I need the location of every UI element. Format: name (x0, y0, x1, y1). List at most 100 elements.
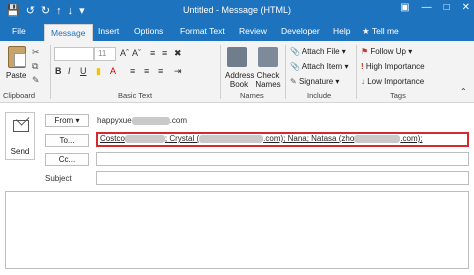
chevron-down-icon: ▾ (341, 47, 346, 56)
decrease-font-icon[interactable]: Aˇ (132, 48, 141, 58)
send-icon (13, 120, 29, 132)
check-names-icon[interactable] (258, 47, 278, 67)
basic-text-group-label: Basic Text (118, 91, 153, 100)
clipboard-group-label: Clipboard (3, 91, 36, 100)
tell-me-label: Tell me (371, 26, 399, 36)
send-button[interactable]: Send (5, 112, 35, 160)
font-size-box[interactable]: 11 (94, 47, 116, 61)
tab-message[interactable]: Message (44, 24, 93, 41)
follow-up-label: Follow Up (370, 47, 406, 56)
underline-button[interactable]: U (80, 66, 87, 76)
redacted-blur (199, 134, 264, 143)
paste-button-label[interactable]: Paste (6, 71, 26, 80)
font-color-icon[interactable]: A (110, 66, 116, 76)
redacted-blur (124, 134, 165, 143)
message-body[interactable] (5, 191, 469, 269)
signature-label: Signature (298, 77, 334, 86)
exclamation-icon: ! (361, 62, 364, 71)
font-name-box[interactable] (54, 47, 94, 61)
chevron-down-icon: ▾ (75, 116, 80, 125)
tab-insert[interactable]: Insert (98, 26, 119, 36)
divider (220, 45, 221, 99)
tab-format-text[interactable]: Format Text (180, 26, 225, 36)
align-left-icon[interactable]: ≡ (130, 66, 135, 76)
tags-group-label: Tags (390, 91, 406, 100)
chevron-down-icon: ▾ (408, 47, 413, 56)
divider (50, 45, 51, 99)
to-recipient-crystal: ; Crystal ( (164, 134, 200, 143)
tab-review[interactable]: Review (239, 26, 267, 36)
redacted-blur (131, 116, 170, 125)
chevron-down-icon: ▾ (344, 62, 349, 71)
flag-icon: ⚑ (361, 47, 369, 56)
from-label: From (54, 116, 74, 125)
numbering-icon[interactable]: ≡ (162, 48, 167, 58)
close-icon[interactable]: ✕ (462, 2, 470, 13)
lightbulb-icon: ★ (362, 26, 370, 36)
subject-label: Subject (45, 174, 72, 183)
cut-icon[interactable]: ✂ (32, 47, 44, 57)
ribbon: Paste ✂ ⧉ ✎ Clipboard 11 Aˆ Aˇ ≡ ≡ ✖ B I… (0, 41, 474, 103)
window-buttons: ▣ — □ ✕ (400, 2, 470, 13)
tab-tell-me[interactable]: ★ Tell me (362, 26, 399, 37)
align-right-icon[interactable]: ≡ (158, 66, 163, 76)
attach-item-icon: 📎 (290, 62, 300, 71)
high-importance-label: High Importance (365, 62, 425, 71)
high-importance-button[interactable]: ! High Importance (361, 62, 425, 71)
maximize-icon[interactable]: □ (444, 2, 450, 13)
clear-format-icon[interactable]: ✖ (174, 48, 182, 59)
bullets-icon[interactable]: ≡ (150, 48, 155, 58)
to-recipient-end: .com); (400, 134, 423, 143)
check-names-button[interactable]: Check Names (254, 71, 282, 89)
down-arrow-icon: ↓ (361, 77, 365, 86)
redacted-blur (354, 134, 401, 143)
to-field[interactable]: Costco ; Crystal ( .com); Nana; Natasa (zh… (96, 132, 469, 147)
cc-button[interactable]: Cc... (45, 153, 89, 166)
chevron-down-icon: ▾ (335, 77, 340, 86)
attach-file-label: Attach File (301, 47, 340, 56)
tab-help[interactable]: Help (333, 26, 350, 36)
divider (285, 45, 286, 99)
from-button[interactable]: From ▾ (45, 114, 89, 127)
italic-button[interactable]: I (68, 66, 71, 76)
indent-icon[interactable]: ⇥ (174, 66, 182, 77)
low-importance-label: Low Importance (367, 77, 425, 86)
copy-icon[interactable]: ⧉ (32, 61, 44, 71)
minimize-icon[interactable]: — (422, 2, 432, 13)
attach-item-button[interactable]: 📎 Attach Item ▾ (290, 62, 348, 71)
tab-developer[interactable]: Developer (281, 26, 320, 36)
align-center-icon[interactable]: ≡ (144, 66, 149, 76)
highlight-icon[interactable]: ▮ (96, 66, 101, 77)
names-group-label: Names (240, 91, 264, 100)
follow-up-button[interactable]: ⚑ Follow Up ▾ (361, 47, 412, 56)
from-value-prefix: happyxue (97, 116, 132, 125)
title-bar: 💾 ↺ ↻ ↑ ↓ ▾ Untitled - Message (HTML) ▣ … (0, 0, 474, 22)
paste-icon[interactable] (8, 46, 26, 68)
format-painter-icon[interactable]: ✎ (32, 75, 44, 85)
ribbon-display-icon[interactable]: ▣ (400, 2, 409, 13)
from-value-suffix: .com (169, 116, 188, 125)
to-recipient-costco: Costco (100, 134, 125, 143)
low-importance-button[interactable]: ↓ Low Importance (361, 77, 424, 86)
address-book-icon[interactable] (227, 47, 247, 67)
collapse-ribbon-icon[interactable]: ⌃ (460, 87, 467, 96)
ribbon-tabs: File Message Insert Options Format Text … (0, 22, 474, 41)
tab-options[interactable]: Options (134, 26, 163, 36)
attach-item-label: Attach Item (301, 62, 343, 71)
paperclip-icon: 📎 (290, 47, 300, 56)
increase-font-icon[interactable]: Aˆ (120, 48, 129, 58)
to-recipient-nana-natasa: .com); Nana; Natasa (zho (263, 134, 355, 143)
send-label: Send (10, 147, 30, 156)
attach-file-button[interactable]: 📎 Attach File ▾ (290, 47, 346, 56)
subject-field[interactable] (96, 171, 469, 185)
from-value: happyxue .com (97, 116, 187, 125)
divider (356, 45, 357, 99)
to-button[interactable]: To... (45, 134, 89, 147)
signature-button[interactable]: ✎ Signature ▾ (290, 77, 339, 86)
bold-button[interactable]: B (55, 66, 62, 76)
include-group-label: Include (307, 91, 332, 100)
tab-file[interactable]: File (12, 26, 26, 36)
address-book-button[interactable]: Address Book (225, 71, 254, 89)
signature-icon: ✎ (290, 77, 297, 86)
cc-field[interactable] (96, 152, 469, 166)
